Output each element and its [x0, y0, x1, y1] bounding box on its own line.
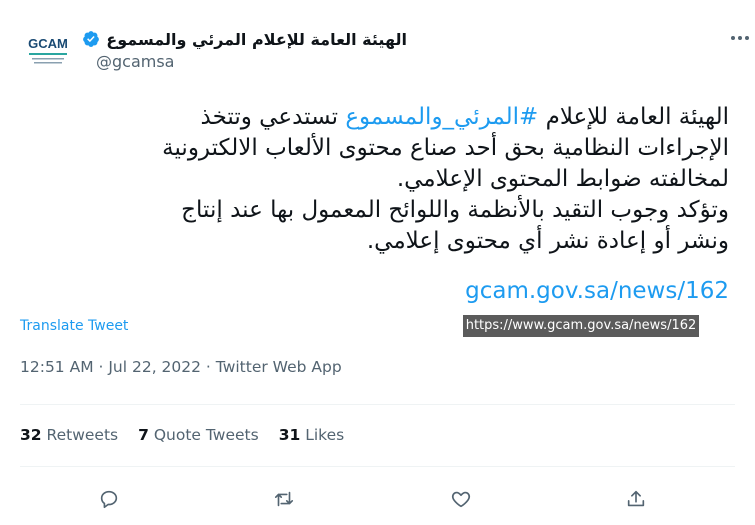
divider [20, 404, 735, 405]
likes-count: 31 [278, 426, 301, 444]
share-button[interactable] [619, 482, 653, 516]
tweet-stats: 32 Retweets 7 Quote Tweets 31 Likes [20, 426, 344, 444]
like-icon [451, 491, 471, 508]
retweet-icon [274, 491, 294, 507]
tweet-text-prefix: الهيئة العامة للإعلام [538, 104, 729, 130]
tweet-link[interactable]: gcam.gov.sa/news/162 [20, 278, 729, 304]
quote-tweets-label: Quote Tweets [153, 426, 259, 444]
retweets-count: 32 [20, 426, 42, 444]
avatar-logo-text: GCAM [28, 36, 68, 51]
share-icon [627, 490, 645, 507]
quote-tweets-stat[interactable]: 7 Quote Tweets [138, 426, 259, 444]
tweet-timestamp[interactable]: 12:51 AM · Jul 22, 2022 · Twitter Web Ap… [20, 358, 342, 376]
retweet-button[interactable] [267, 482, 301, 516]
likes-label: Likes [305, 426, 345, 444]
reply-button[interactable] [92, 482, 126, 516]
retweets-stat[interactable]: 32 Retweets [20, 426, 118, 444]
tweet-text-body: الإجراءات النظامية بحق أحد صناع محتوى ال… [162, 135, 729, 254]
quote-tweets-count: 7 [138, 426, 149, 444]
translate-tweet-button[interactable]: Translate Tweet [20, 318, 128, 334]
hashtag-link[interactable]: #المرئي_والمسموع [345, 104, 538, 130]
reply-icon [100, 490, 118, 509]
verified-badge-icon [82, 30, 100, 48]
tweet-actions [20, 482, 735, 516]
gcam-logo: GCAM [20, 22, 76, 78]
author-handle[interactable]: @gcamsa [96, 52, 174, 71]
retweets-label: Retweets [46, 426, 119, 444]
avatar[interactable]: GCAM [20, 22, 76, 78]
author-name[interactable]: الهيئة العامة للإعلام المرئي والمسموع [106, 30, 407, 49]
link-tooltip: https://www.gcam.gov.sa/news/162 [463, 315, 699, 337]
like-button[interactable] [444, 482, 478, 516]
divider [20, 466, 735, 467]
more-options-button[interactable] [728, 26, 755, 50]
author-name-row[interactable]: الهيئة العامة للإعلام المرئي والمسموع [82, 28, 407, 50]
more-icon [731, 36, 749, 40]
likes-stat[interactable]: 31 Likes [279, 426, 345, 444]
tweet-text-suffix: تستدعي وتتخذ [200, 104, 346, 130]
tweet-text: الهيئة العامة للإعلام #المرئي_والمسموع ت… [20, 102, 729, 257]
